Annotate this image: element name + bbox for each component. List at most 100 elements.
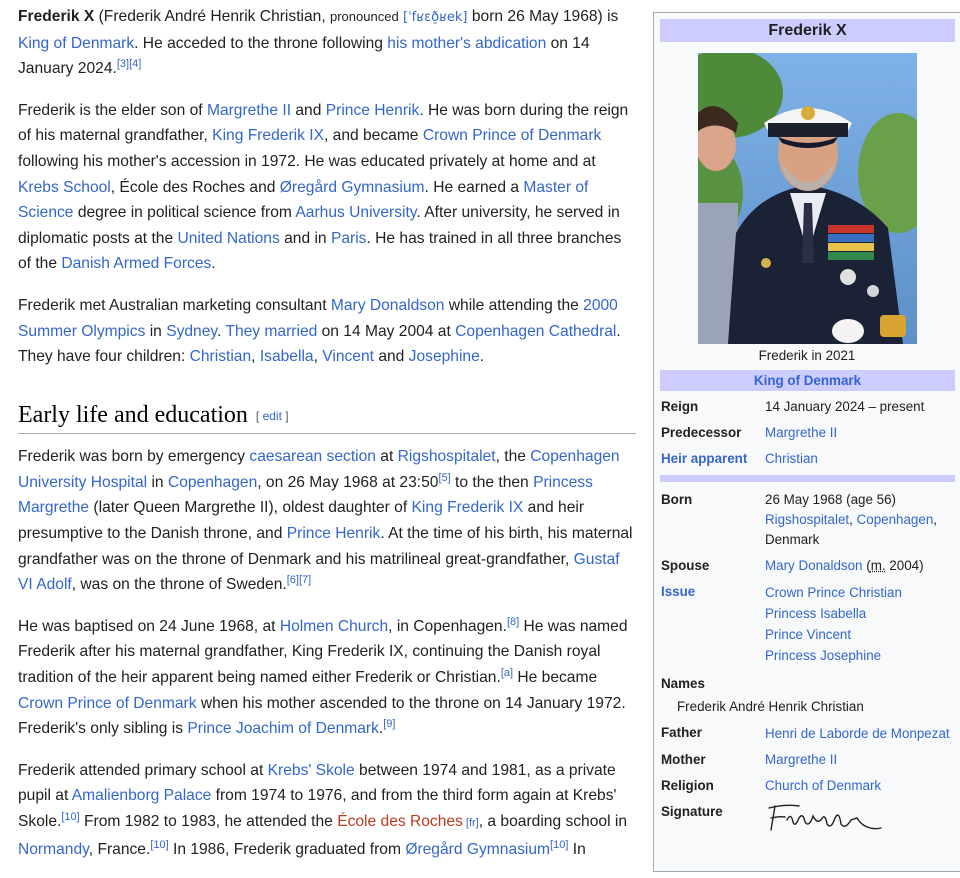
link-frederik-ix[interactable]: King Frederik IX [212, 127, 324, 144]
link-heir[interactable]: Christian [765, 451, 818, 466]
signature-image [768, 804, 882, 831]
section-paragraph-2: He was baptised on 24 June 1968, at Holm… [18, 614, 636, 742]
text: while attending the [444, 296, 584, 314]
link-caesarean[interactable]: caesarean section [249, 448, 376, 465]
link-issue-vincent[interactable]: Prince Vincent [765, 624, 960, 645]
label-heir-apparent[interactable]: Heir apparent [661, 449, 765, 469]
infobox-subheader: King of Denmark [660, 370, 955, 391]
link-christian[interactable]: Christian [190, 348, 252, 365]
text: In 1986, Frederik graduated from [168, 840, 406, 858]
link-frederik-ix[interactable]: King Frederik IX [412, 499, 524, 516]
text: Frederik is the elder son of [18, 101, 207, 119]
section-paragraph-1: Frederik was born by emergency caesarean… [18, 444, 636, 598]
link-issue-josephine[interactable]: Princess Josephine [765, 645, 960, 666]
link-isabella[interactable]: Isabella [260, 348, 314, 365]
row-predecessor: Predecessor Margrethe II [661, 423, 960, 443]
label-predecessor: Predecessor [661, 425, 742, 440]
ref-9[interactable]: [9] [383, 718, 395, 730]
text: . He acceded to the throne following [134, 34, 388, 52]
link-crown-prince[interactable]: Crown Prince of Denmark [423, 127, 602, 144]
note-a[interactable]: [a] [501, 667, 513, 679]
link-josephine[interactable]: Josephine [409, 348, 480, 365]
text: , on 26 May 1968 at 23:50 [257, 473, 439, 491]
text: and [291, 101, 326, 119]
link-prince-joachim[interactable]: Prince Joachim of Denmark [187, 720, 379, 737]
ref-5[interactable]: [5] [438, 472, 450, 484]
link-rigshospitalet[interactable]: Rigshospitalet [765, 512, 849, 527]
link-oregard[interactable]: Øregård Gymnasium [280, 179, 425, 196]
link-predecessor[interactable]: Margrethe II [765, 425, 837, 440]
ref-10[interactable]: [10] [150, 838, 168, 850]
row-religion: Religion Church of Denmark [661, 776, 960, 796]
section-title: Early life and education [18, 401, 248, 428]
ref-4[interactable]: [4] [129, 58, 141, 70]
portrait-image[interactable] [697, 53, 917, 344]
link-aarhus[interactable]: Aarhus University [295, 204, 416, 221]
born-date: 26 May 1968 (age 56) [765, 492, 897, 507]
link-sydney[interactable]: Sydney [166, 323, 217, 340]
label-religion: Religion [661, 778, 714, 793]
ipa-link[interactable]: [ˈfʁɛð̠ʁek] [403, 10, 468, 25]
value-reign: 14 January 2024 – present [765, 399, 925, 414]
ref-3[interactable]: [3] [117, 58, 129, 70]
link-normandy[interactable]: Normandy [18, 841, 89, 858]
label-issue[interactable]: Issue [661, 582, 765, 666]
text: He was baptised on 24 June 1968, at [18, 617, 280, 635]
link-oregard[interactable]: Øregård Gymnasium [405, 841, 550, 858]
link-margrethe[interactable]: Margrethe II [207, 102, 291, 119]
married-abbr[interactable]: m. [871, 558, 886, 573]
text: Frederik met Australian marketing consul… [18, 296, 331, 314]
ref-6[interactable]: [6] [287, 574, 299, 586]
row-heir: Heir apparent Christian [661, 449, 960, 469]
link-father[interactable]: Henri de Laborde de Monpezat [765, 726, 950, 741]
link-ecole-des-roches[interactable]: École des Roches [337, 813, 463, 830]
link-they-married[interactable]: They married [225, 323, 317, 340]
link-amalienborg[interactable]: Amalienborg Palace [72, 787, 212, 804]
text: Frederik was born by emergency [18, 448, 250, 466]
link-copenhagen[interactable]: Copenhagen [857, 512, 934, 527]
link-prince-henrik[interactable]: Prince Henrik [287, 525, 381, 542]
link-king-of-denmark[interactable]: King of Denmark [754, 373, 861, 388]
value-names: Frederik André Henrik Christian [677, 699, 864, 714]
link-crown-prince[interactable]: Crown Prince of Denmark [18, 695, 197, 712]
article-body: Frederik X (Frederik André Henrik Christ… [18, 4, 636, 878]
link-united-nations[interactable]: United Nations [178, 230, 280, 247]
link-king-of-denmark[interactable]: King of Denmark [18, 35, 134, 52]
link-abdication[interactable]: his mother's abdication [387, 35, 546, 52]
link-vincent[interactable]: Vincent [322, 348, 374, 365]
link-issue-christian[interactable]: Crown Prince Christian [765, 582, 960, 603]
link-rigshospitalet[interactable]: Rigshospitalet [398, 448, 496, 465]
link-copenhagen-cathedral[interactable]: Copenhagen Cathedral [455, 323, 616, 340]
link-paris[interactable]: Paris [331, 230, 367, 247]
link-krebs-skole[interactable]: Krebs' Skole [268, 762, 355, 779]
link-mother[interactable]: Margrethe II [765, 752, 837, 767]
link-mary-donaldson[interactable]: Mary Donaldson [331, 297, 445, 314]
link-prince-henrik[interactable]: Prince Henrik [326, 102, 420, 119]
text: , [313, 348, 323, 366]
link-religion[interactable]: Church of Denmark [765, 778, 881, 793]
label-reign: Reign [661, 399, 699, 414]
section-paragraph-3: Frederik attended primary school at Kreb… [18, 758, 636, 862]
ref-10[interactable]: [10] [550, 838, 568, 850]
infobox-separator [660, 475, 955, 482]
label-spouse: Spouse [661, 558, 710, 573]
edit-link[interactable]: edit [263, 409, 282, 423]
text: , a boarding school in [478, 812, 628, 830]
intro-paragraph: Frederik X (Frederik André Henrik Christ… [18, 4, 636, 82]
text: . [211, 255, 216, 273]
image-caption: Frederik in 2021 [758, 348, 856, 363]
link-krebs-school[interactable]: Krebs School [18, 179, 111, 196]
link-issue-isabella[interactable]: Princess Isabella [765, 603, 960, 624]
ref-10[interactable]: [10] [61, 811, 79, 823]
link-spouse[interactable]: Mary Donaldson [765, 558, 863, 573]
interlanguage-fr[interactable]: [fr] [463, 817, 479, 829]
text: , [849, 512, 857, 527]
link-holmen-church[interactable]: Holmen Church [280, 618, 388, 635]
ref-7[interactable]: [7] [299, 574, 311, 586]
ref-8[interactable]: [8] [507, 616, 519, 628]
text: In [568, 840, 586, 858]
link-copenhagen[interactable]: Copenhagen [168, 474, 257, 491]
text: , in Copenhagen. [388, 617, 507, 635]
link-armed-forces[interactable]: Danish Armed Forces [61, 255, 211, 272]
row-names-value: Frederik André Henrik Christian [661, 697, 960, 717]
